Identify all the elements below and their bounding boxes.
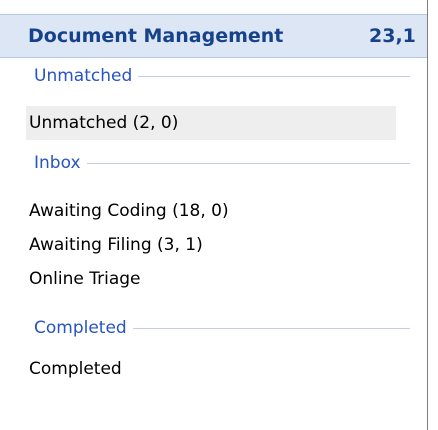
list-item-online-triage[interactable]: Online Triage bbox=[26, 262, 141, 296]
panel-header[interactable]: Document Management 23,1 bbox=[0, 14, 427, 58]
list-item-unmatched[interactable]: Unmatched (2, 0) bbox=[26, 106, 396, 140]
list-item-label: Unmatched (2, 0) bbox=[29, 113, 179, 133]
section-inbox: Inbox bbox=[34, 150, 410, 176]
section-label-completed: Completed bbox=[34, 315, 133, 341]
list-item-completed[interactable]: Completed bbox=[26, 352, 122, 386]
list-item-awaiting-coding[interactable]: Awaiting Coding (18, 0) bbox=[26, 194, 229, 228]
list-item-label: Awaiting Filing (3, 1) bbox=[29, 235, 203, 255]
section-completed: Completed bbox=[34, 315, 410, 341]
document-management-panel: Document Management 23,1 Unmatched Unmat… bbox=[0, 0, 428, 430]
list-item-label: Online Triage bbox=[29, 269, 141, 289]
section-unmatched: Unmatched bbox=[34, 63, 410, 89]
list-item-label: Completed bbox=[29, 359, 122, 379]
panel-title: Document Management bbox=[28, 25, 284, 47]
panel-count: 23,1 bbox=[369, 25, 416, 47]
section-label-inbox: Inbox bbox=[34, 150, 87, 176]
list-item-label: Awaiting Coding (18, 0) bbox=[29, 201, 229, 221]
section-divider bbox=[34, 163, 410, 164]
section-label-unmatched: Unmatched bbox=[34, 63, 139, 89]
list-item-awaiting-filing[interactable]: Awaiting Filing (3, 1) bbox=[26, 228, 203, 262]
